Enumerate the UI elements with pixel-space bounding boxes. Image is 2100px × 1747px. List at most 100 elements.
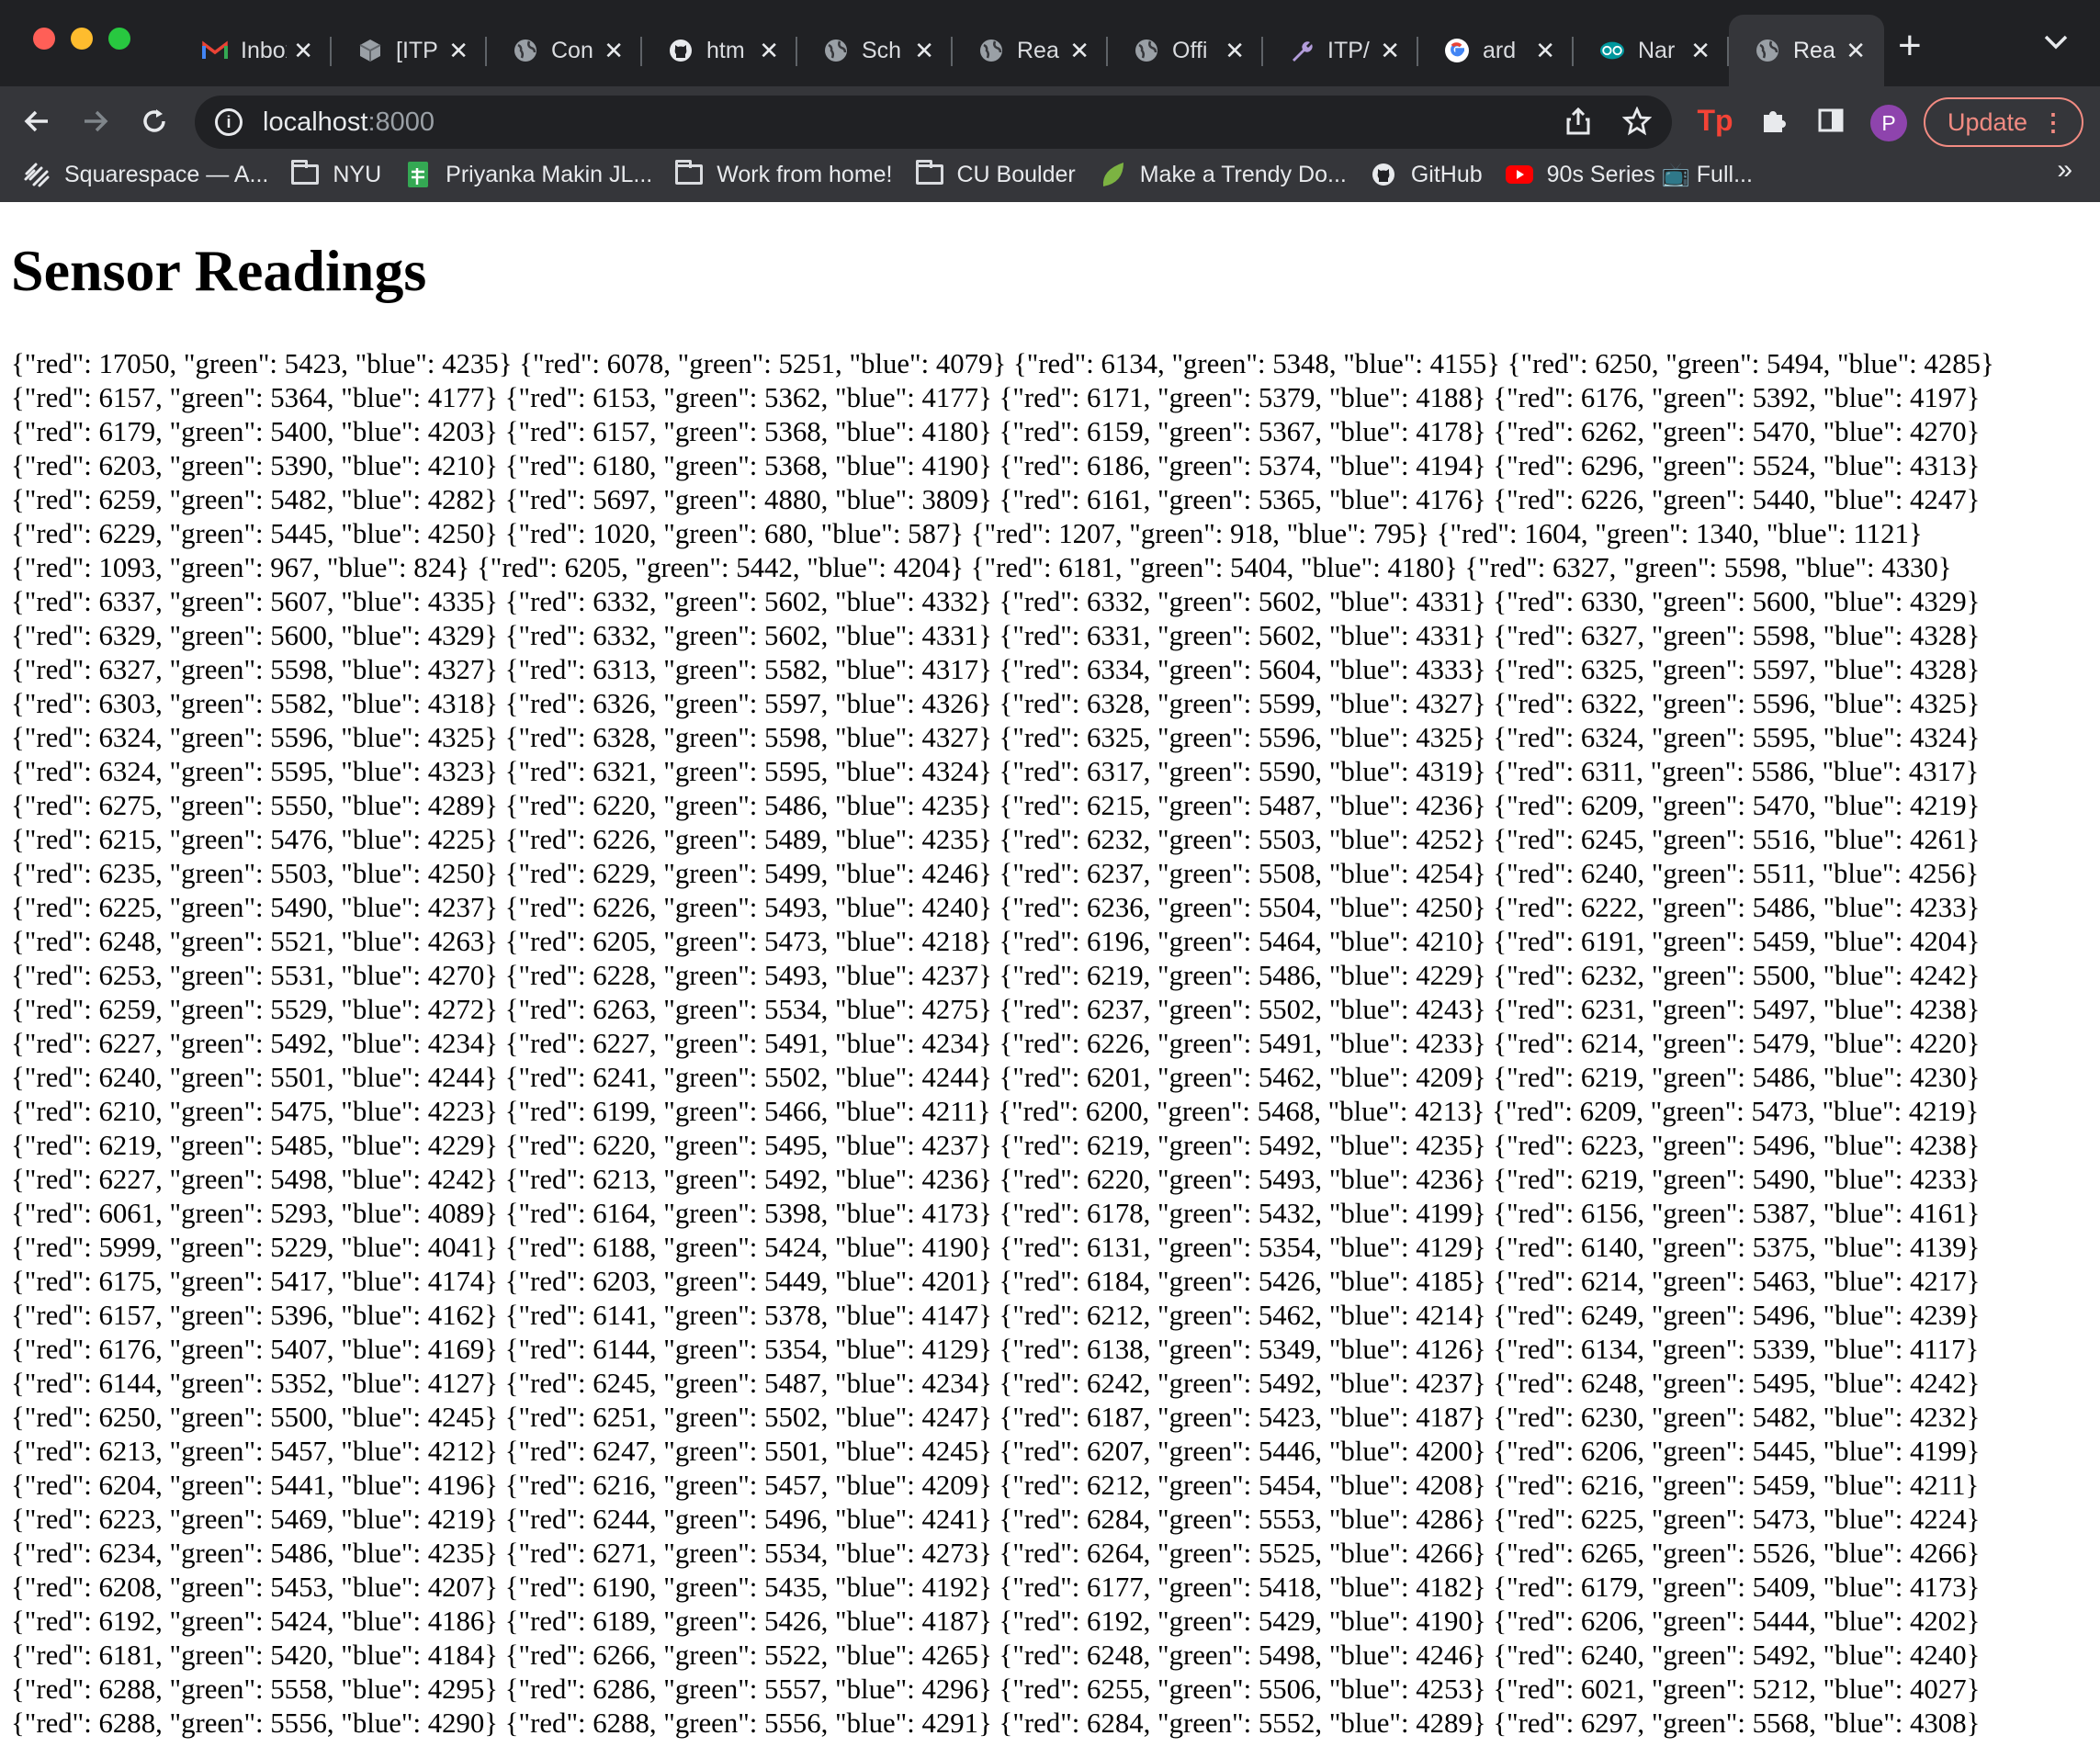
close-tab-icon[interactable]: ✕ [448,39,469,62]
close-tab-icon[interactable]: ✕ [914,39,934,62]
github-icon [668,38,694,63]
bookmark-item[interactable]: GitHub [1369,162,1483,188]
close-tab-icon[interactable]: ✕ [1380,39,1400,62]
browser-tab[interactable]: Con ✕ [487,15,642,86]
puzzle-icon[interactable] [1755,101,1793,140]
tab-title: [ITP [396,37,438,63]
reading-line: {"red": 6288, "green": 5556, "blue": 429… [11,1708,1981,1739]
reading-line: {"red": 6227, "green": 5492, "blue": 423… [11,1028,1981,1059]
forward-button[interactable] [70,96,121,147]
sensor-readings: {"red": 17050, "green": 5423, "blue": 42… [11,347,2096,1741]
reload-button[interactable] [129,96,180,147]
bookmark-item[interactable]: Make a Trendy Do... [1098,162,1347,188]
folder-icon [915,160,944,187]
tab-title: ITP/ [1327,37,1370,63]
folder-icon [290,160,320,187]
reading-line: {"red": 6192, "green": 5424, "blue": 418… [11,1606,1981,1637]
reading-line: {"red": 6229, "green": 5445, "blue": 425… [11,518,1923,549]
globe-icon [513,38,538,63]
close-tab-icon[interactable]: ✕ [604,39,624,62]
reading-line: {"red": 6327, "green": 5598, "blue": 432… [11,654,1981,685]
extension-tp-icon[interactable]: Tp [1696,101,1734,140]
reading-line: {"red": 6213, "green": 5457, "blue": 421… [11,1436,1981,1467]
back-button[interactable] [11,96,62,147]
browser-tab[interactable]: Rea ✕ [1729,15,1884,86]
bookmark-item[interactable]: Work from home! [674,160,893,188]
close-tab-icon[interactable]: ✕ [1225,39,1245,62]
profile-avatar[interactable]: P [1870,105,1907,141]
browser-tab[interactable]: Inbox ✕ [176,15,332,86]
reading-line: {"red": 6288, "green": 5558, "blue": 429… [11,1674,1981,1705]
bookmark-label: NYU [333,161,382,187]
share-icon[interactable] [1565,107,1591,143]
browser-tab[interactable]: htm ✕ [642,15,797,86]
reading-line: {"red": 5999, "green": 5229, "blue": 404… [11,1232,1981,1263]
update-button[interactable]: Update ⋮ [1924,97,2083,147]
close-tab-icon[interactable]: ✕ [1846,39,1866,62]
close-tab-icon[interactable]: ✕ [1535,39,1555,62]
bookmark-star-icon[interactable] [1621,106,1653,143]
reading-line: {"red": 6250, "green": 5500, "blue": 424… [11,1402,1981,1433]
browser-tab[interactable]: ard ✕ [1418,15,1574,86]
sheets-icon [403,162,433,187]
bookmark-item[interactable]: NYU [290,160,382,188]
bookmark-item[interactable]: CU Boulder [915,160,1076,188]
reading-line: {"red": 6157, "green": 5364, "blue": 417… [11,382,1981,413]
wrench-icon [1289,38,1315,63]
side-panel-icon[interactable] [1812,101,1850,140]
reading-line: {"red": 6234, "green": 5486, "blue": 423… [11,1538,1981,1569]
reading-line: {"red": 6204, "green": 5441, "blue": 419… [11,1470,1980,1501]
address-bar[interactable]: i localhost:8000 [195,96,1672,149]
browser-tab[interactable]: [ITP ✕ [332,15,487,86]
browser-tab[interactable]: Offi ✕ [1108,15,1263,86]
url-host: localhost [263,107,368,137]
tab-title: Rea [1793,37,1835,63]
reading-line: {"red": 6324, "green": 5595, "blue": 432… [11,756,1980,787]
tab-title: htm [706,37,745,63]
reading-line: {"red": 6208, "green": 5453, "blue": 420… [11,1572,1981,1603]
reading-line: {"red": 1093, "green": 967, "blue": 824}… [11,552,1952,583]
close-window-button[interactable] [33,28,55,50]
close-tab-icon[interactable]: ✕ [759,39,779,62]
close-tab-icon[interactable]: ✕ [1069,39,1090,62]
browser-chrome: Inbox✕[ITP✕Con✕htm✕Sch✕Rea✕Offi✕ITP/✕ard… [0,0,2100,202]
reading-line: {"red": 6329, "green": 5600, "blue": 432… [11,620,1981,651]
bookmark-label: Squarespace — A... [64,161,269,187]
reading-line: {"red": 6225, "green": 5490, "blue": 423… [11,892,1981,923]
address-url[interactable]: localhost:8000 [263,107,435,138]
new-tab-button[interactable]: + [1898,26,1922,66]
globe-icon [1134,38,1159,63]
google-icon [1444,38,1470,63]
tab-title: Nar [1638,37,1676,63]
bookmark-item[interactable]: Squarespace — A... [22,162,268,188]
browser-tab[interactable]: Sch ✕ [797,15,953,86]
tab-title: Offi [1172,37,1208,63]
more-vert-icon: ⋮ [2041,108,2065,136]
tab-list: Inbox✕[ITP✕Con✕htm✕Sch✕Rea✕Offi✕ITP/✕ard… [176,15,1884,86]
info-icon[interactable]: i [215,108,243,136]
bookmark-label: CU Boulder [956,161,1076,187]
reading-line: {"red": 17050, "green": 5423, "blue": 42… [11,348,1994,379]
reading-line: {"red": 6215, "green": 5476, "blue": 422… [11,824,1981,855]
globe-icon [978,38,1004,63]
browser-tab[interactable]: Rea ✕ [953,15,1108,86]
reading-line: {"red": 6157, "green": 5396, "blue": 416… [11,1300,1981,1331]
bookmark-item[interactable]: 90s Series 📺 Full... [1505,162,1753,188]
reading-line: {"red": 6176, "green": 5407, "blue": 416… [11,1334,1980,1365]
close-tab-icon[interactable]: ✕ [293,39,313,62]
browser-tab[interactable]: Nar ✕ [1574,15,1729,86]
tab-search-button[interactable] [2043,28,2069,57]
minimize-window-button[interactable] [71,28,93,50]
url-port: :8000 [367,107,435,137]
bookmarks-overflow-button[interactable]: » [2057,154,2072,186]
reading-line: {"red": 6203, "green": 5390, "blue": 421… [11,450,1981,481]
bookmarks-bar: Squarespace — A... NYU Priyanka Makin JL..… [0,147,2100,202]
arrow-left-icon [24,110,48,132]
bookmark-label: GitHub [1410,161,1483,187]
browser-tab[interactable]: ITP/ ✕ [1263,15,1418,86]
tab-title: ard [1483,37,1517,63]
close-tab-icon[interactable]: ✕ [1690,39,1710,62]
leaf-icon [1098,162,1127,187]
maximize-window-button[interactable] [108,28,130,50]
bookmark-item[interactable]: Priyanka Makin JL... [403,162,652,188]
